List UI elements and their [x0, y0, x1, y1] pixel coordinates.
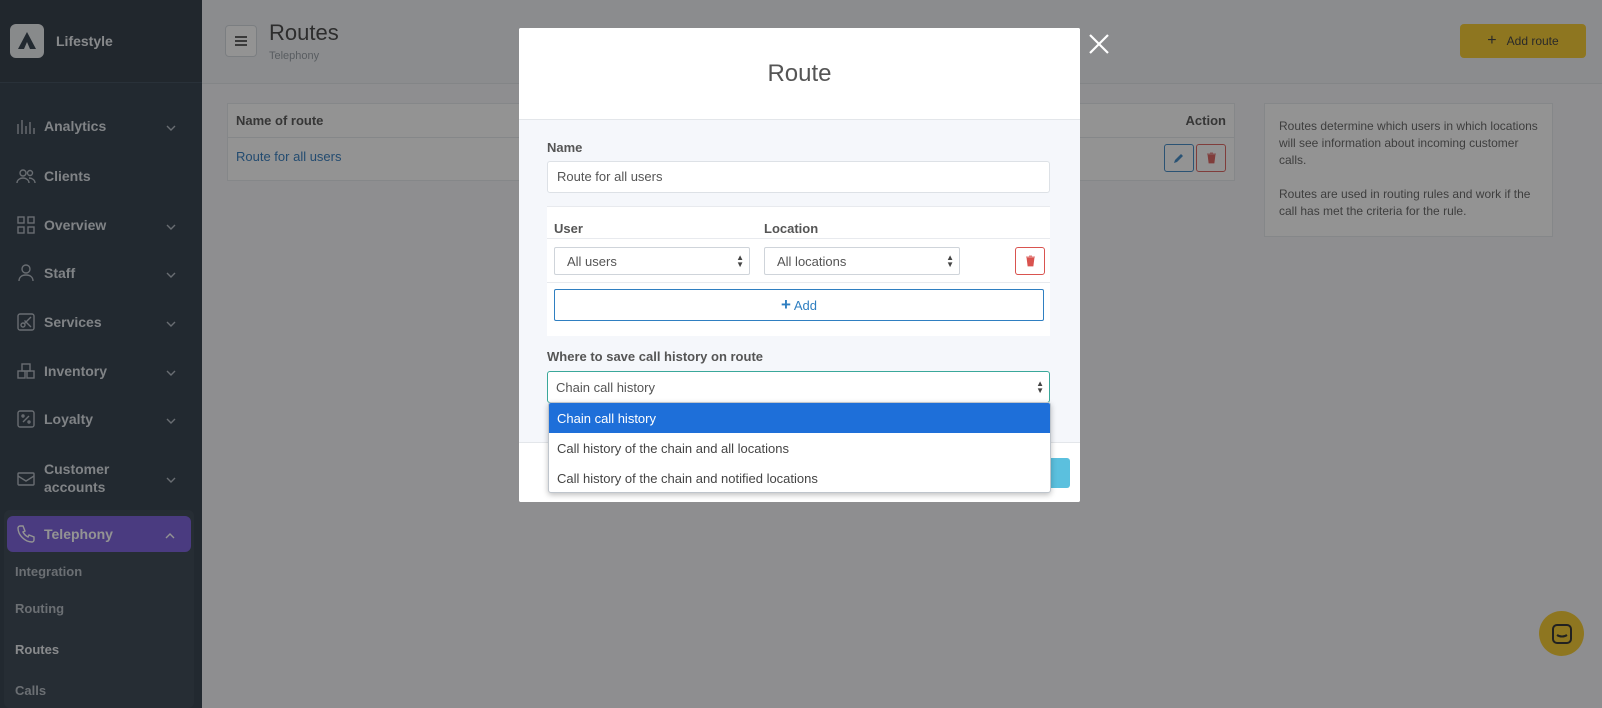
user-select[interactable]: All users ▲ ▼: [554, 247, 750, 275]
divider: [547, 238, 1050, 239]
location-select[interactable]: All locations ▲ ▼: [764, 247, 960, 275]
location-select-value: All locations: [777, 254, 847, 269]
name-value: Route for all users: [557, 169, 663, 184]
select-arrows-icon: ▲ ▼: [736, 253, 744, 269]
plus-icon: +: [780, 295, 791, 314]
option-chain-and-all-locations[interactable]: Call history of the chain and all locati…: [549, 433, 1050, 463]
user-location-table: User Location All users ▲ ▼ All locations…: [547, 206, 1050, 336]
option-chain-call-history[interactable]: Chain call history: [549, 403, 1050, 433]
user-column-header: User: [554, 221, 583, 236]
trash-icon: [1025, 255, 1035, 267]
history-label: Where to save call history on route: [547, 349, 763, 364]
user-select-value: All users: [567, 254, 617, 269]
history-options-list: Chain call history Call history of the c…: [548, 402, 1051, 493]
modal-header: Route: [519, 28, 1080, 120]
history-select[interactable]: Chain call history ▲ ▼: [547, 371, 1050, 403]
name-label: Name: [547, 140, 583, 155]
select-arrows-icon: ▲ ▼: [1036, 379, 1044, 395]
add-row-label: Add: [793, 297, 818, 313]
location-column-header: Location: [764, 221, 819, 236]
add-row-button[interactable]: + Add: [554, 289, 1044, 321]
save-button[interactable]: [1050, 458, 1070, 488]
close-button[interactable]: [1087, 32, 1111, 56]
option-chain-and-notified-locations[interactable]: Call history of the chain and notified l…: [549, 463, 1050, 492]
remove-row-button[interactable]: [1015, 247, 1045, 275]
modal-title: Route: [767, 59, 832, 87]
close-icon: [1089, 34, 1109, 54]
history-select-value: Chain call history: [556, 380, 655, 395]
select-arrows-icon: ▲ ▼: [946, 253, 954, 269]
name-input[interactable]: Route for all users: [547, 161, 1050, 193]
divider: [547, 282, 1050, 283]
